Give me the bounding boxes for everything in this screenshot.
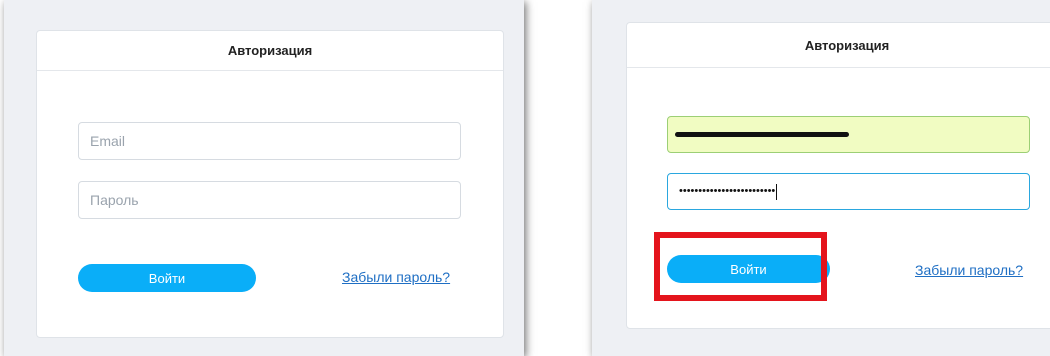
card-title: Авторизация — [627, 23, 1050, 68]
password-field[interactable]: Пароль — [78, 181, 461, 219]
password-placeholder: Пароль — [90, 192, 139, 208]
password-value: ••••••••••••••••••••••••• — [679, 185, 776, 197]
email-placeholder: Email — [90, 133, 126, 149]
card-title: Авторизация — [37, 31, 503, 71]
redacted-email-value — [675, 132, 849, 137]
forgot-password-link[interactable]: Забыли пароль? — [915, 262, 1023, 278]
password-field[interactable]: ••••••••••••••••••••••••• — [667, 173, 1030, 210]
red-highlight-box — [654, 232, 827, 301]
email-field[interactable] — [667, 116, 1030, 153]
email-field[interactable]: Email — [78, 122, 461, 160]
screenshot-right: Авторизация ••••••••••••••••••••••••• Во… — [592, 0, 1050, 356]
login-card: Авторизация Email Пароль Войти Забыли па… — [36, 30, 504, 338]
text-cursor — [776, 183, 778, 200]
forgot-password-link[interactable]: Забыли пароль? — [342, 269, 450, 285]
login-button[interactable]: Войти — [78, 264, 256, 292]
screenshot-left: Авторизация Email Пароль Войти Забыли па… — [4, 0, 524, 356]
